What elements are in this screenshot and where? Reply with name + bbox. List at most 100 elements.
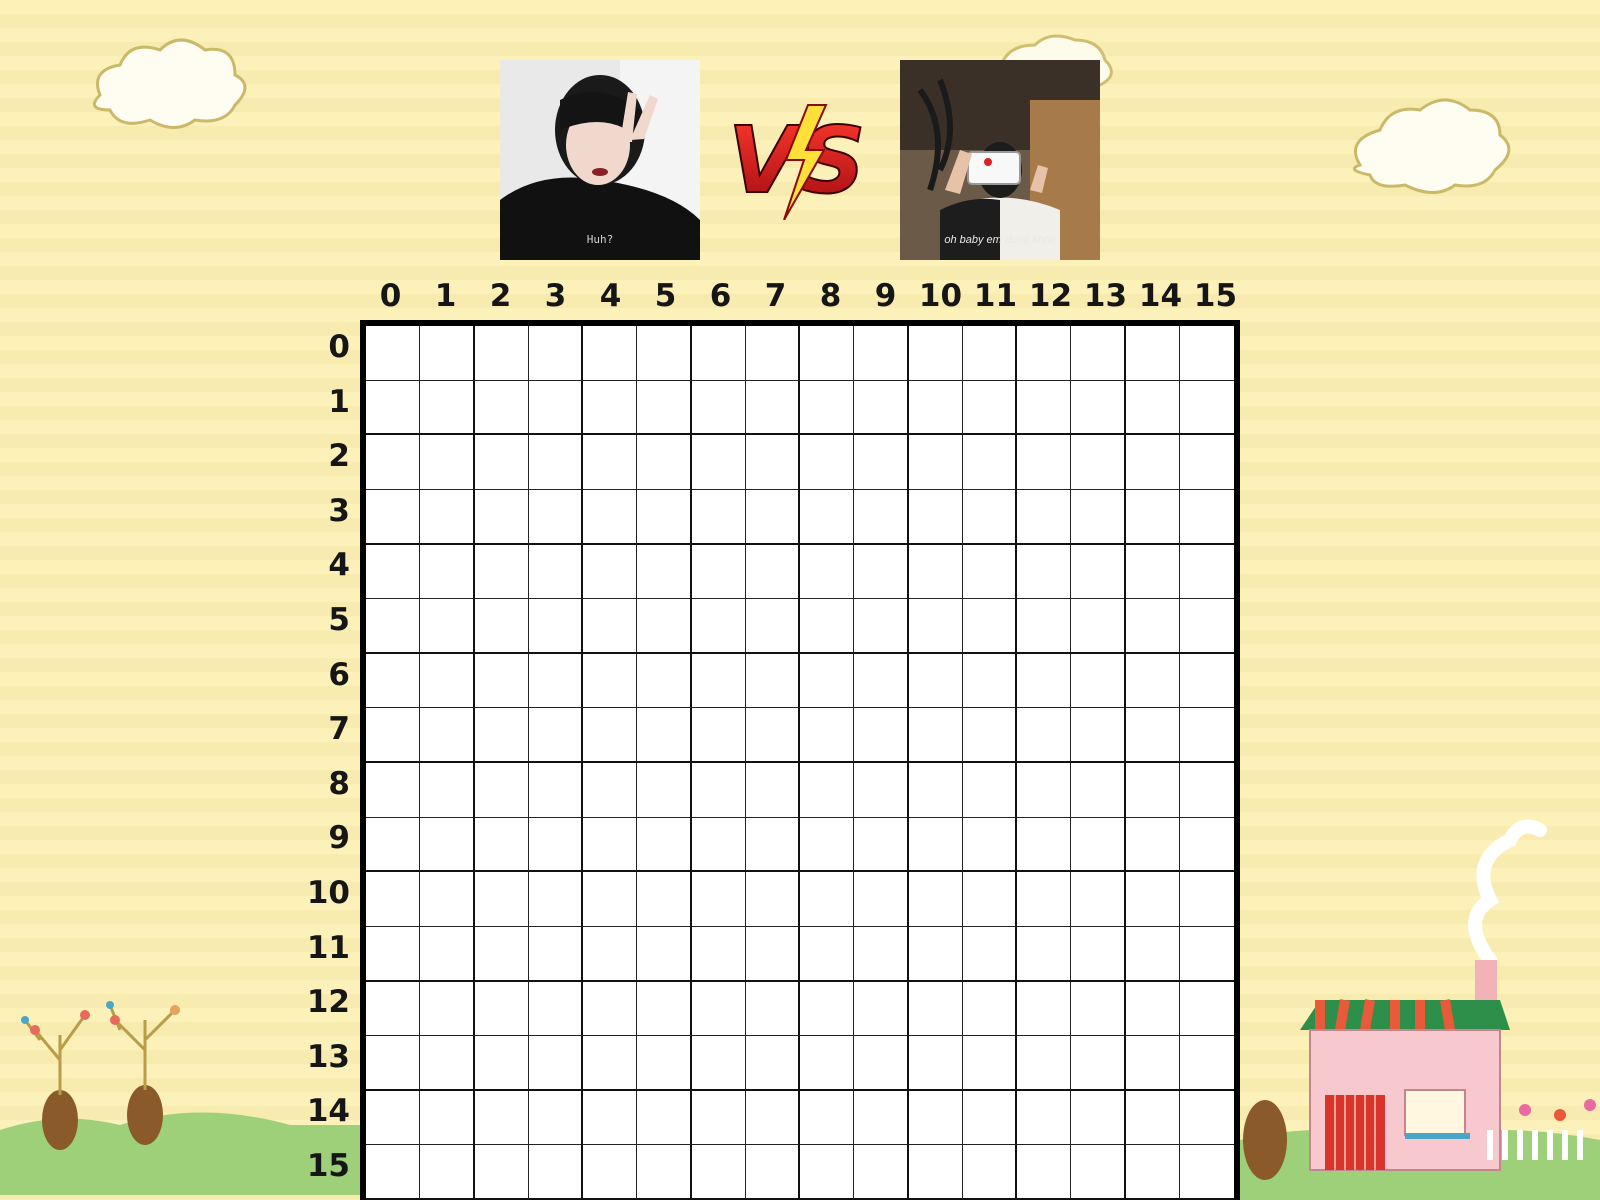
board-cell[interactable]: [474, 763, 529, 818]
board-cell[interactable]: [528, 326, 583, 381]
board-cell[interactable]: [1125, 326, 1180, 381]
board-cell[interactable]: [800, 435, 855, 490]
board-cell[interactable]: [1017, 817, 1072, 873]
board-cell[interactable]: [854, 817, 909, 873]
board-cell[interactable]: [854, 926, 909, 982]
board-cell[interactable]: [908, 1145, 963, 1200]
board-cell[interactable]: [366, 926, 421, 982]
board-cell[interactable]: [420, 380, 475, 436]
board-cell[interactable]: [800, 326, 855, 381]
board-cell[interactable]: [420, 326, 475, 381]
board-cell[interactable]: [1125, 1036, 1180, 1091]
board-cell[interactable]: [1125, 926, 1180, 982]
board-cell[interactable]: [420, 489, 475, 545]
board-cell[interactable]: [366, 326, 421, 381]
board-cell[interactable]: [528, 926, 583, 982]
board-cell[interactable]: [474, 872, 529, 927]
board-cell[interactable]: [366, 763, 421, 818]
board-cell[interactable]: [637, 544, 692, 600]
board-cell[interactable]: [908, 926, 963, 982]
board-cell[interactable]: [745, 489, 800, 545]
board-cell[interactable]: [962, 981, 1017, 1037]
board-cell[interactable]: [420, 1090, 475, 1146]
board-cell[interactable]: [1179, 381, 1234, 436]
board-cell[interactable]: [528, 817, 583, 873]
board-cell[interactable]: [1179, 818, 1234, 873]
board-cell[interactable]: [1125, 599, 1180, 654]
board-cell[interactable]: [1017, 926, 1072, 982]
board-cell[interactable]: [1017, 763, 1072, 818]
board-cell[interactable]: [745, 981, 800, 1037]
board-cell[interactable]: [691, 926, 746, 982]
board-cell[interactable]: [583, 1145, 638, 1200]
board-cell[interactable]: [691, 653, 746, 709]
board-cell[interactable]: [1179, 872, 1234, 927]
board-cell[interactable]: [1017, 1145, 1072, 1200]
board-cell[interactable]: [1017, 1036, 1072, 1091]
board-cell[interactable]: [962, 817, 1017, 873]
board-cell[interactable]: [745, 653, 800, 709]
board-cell[interactable]: [1071, 544, 1126, 600]
board-cell[interactable]: [1017, 981, 1072, 1037]
board-cell[interactable]: [962, 653, 1017, 709]
board-cell[interactable]: [962, 489, 1017, 545]
board-cell[interactable]: [1179, 654, 1234, 709]
board-cell[interactable]: [528, 653, 583, 709]
board-cell[interactable]: [420, 708, 475, 763]
board-cell[interactable]: [908, 708, 963, 763]
board-cell[interactable]: [854, 1145, 909, 1200]
board-cell[interactable]: [1179, 982, 1234, 1037]
board-cell[interactable]: [1071, 763, 1126, 818]
board-cell[interactable]: [528, 763, 583, 818]
board-cell[interactable]: [691, 1090, 746, 1146]
board-cell[interactable]: [474, 708, 529, 763]
board-cell[interactable]: [420, 653, 475, 709]
board-cell[interactable]: [691, 435, 746, 490]
board-cell[interactable]: [420, 872, 475, 927]
board-cell[interactable]: [1071, 708, 1126, 763]
board-cell[interactable]: [854, 1090, 909, 1146]
board-cell[interactable]: [420, 926, 475, 982]
board-cell[interactable]: [1071, 872, 1126, 927]
board-cell[interactable]: [583, 872, 638, 927]
board-cell[interactable]: [745, 599, 800, 654]
board-cell[interactable]: [420, 1145, 475, 1200]
board-cell[interactable]: [691, 1036, 746, 1091]
board-cell[interactable]: [637, 763, 692, 818]
board-cell[interactable]: [854, 981, 909, 1037]
board-cell[interactable]: [528, 872, 583, 927]
board-cell[interactable]: [637, 435, 692, 490]
board-cell[interactable]: [528, 1090, 583, 1146]
board-cell[interactable]: [691, 872, 746, 927]
board-cell[interactable]: [583, 380, 638, 436]
board-cell[interactable]: [583, 435, 638, 490]
board-cell[interactable]: [800, 380, 855, 436]
board-cell[interactable]: [474, 817, 529, 873]
board-cell[interactable]: [474, 1090, 529, 1146]
board-cell[interactable]: [854, 380, 909, 436]
board-cell[interactable]: [908, 981, 963, 1037]
board-cell[interactable]: [583, 926, 638, 982]
board-cell[interactable]: [1017, 544, 1072, 600]
board-cell[interactable]: [745, 326, 800, 381]
board-cell[interactable]: [366, 981, 421, 1037]
board-cell[interactable]: [908, 653, 963, 709]
board-cell[interactable]: [474, 326, 529, 381]
board-cell[interactable]: [474, 435, 529, 490]
board-cell[interactable]: [962, 435, 1017, 490]
board-cell[interactable]: [1071, 435, 1126, 490]
board-cell[interactable]: [962, 872, 1017, 927]
board-cell[interactable]: [800, 872, 855, 927]
board-cell[interactable]: [1071, 817, 1126, 873]
board-cell[interactable]: [366, 599, 421, 654]
board-cell[interactable]: [908, 326, 963, 381]
board-cell[interactable]: [474, 544, 529, 600]
board-cell[interactable]: [691, 489, 746, 545]
board-cell[interactable]: [1125, 872, 1180, 927]
board-cell[interactable]: [1071, 926, 1126, 982]
board-cell[interactable]: [1071, 1090, 1126, 1146]
board-cell[interactable]: [745, 926, 800, 982]
board-cell[interactable]: [1179, 490, 1234, 545]
board-cell[interactable]: [745, 872, 800, 927]
board-cell[interactable]: [1179, 763, 1234, 818]
